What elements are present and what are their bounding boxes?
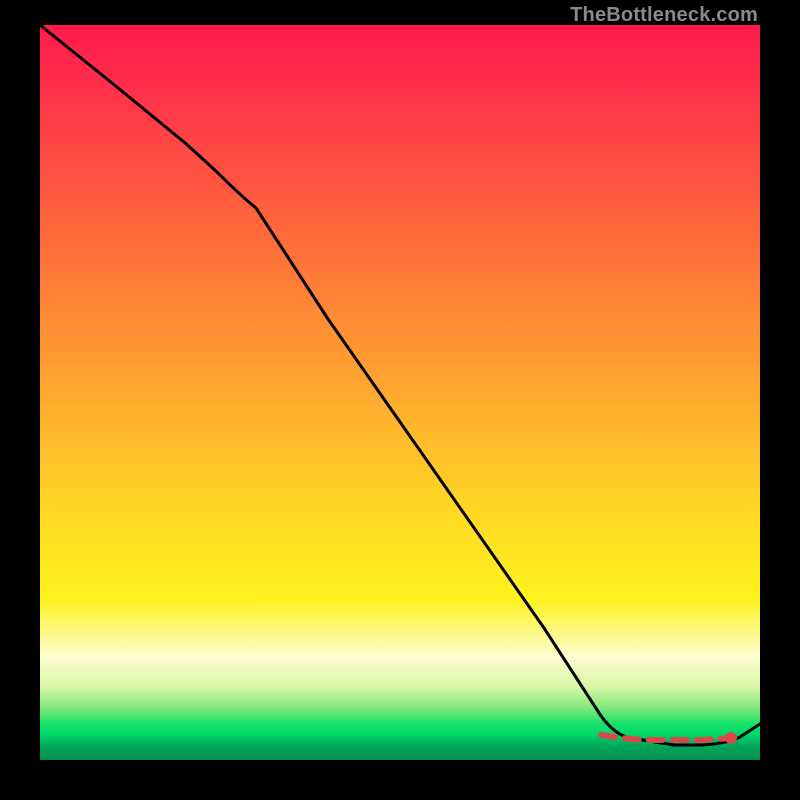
- red-dot-end: [725, 732, 737, 744]
- plot-area: [40, 25, 760, 760]
- chart-stage: TheBottleneck.com: [0, 0, 800, 800]
- chart-overlay-svg: [40, 25, 760, 760]
- black-curve-path: [40, 25, 760, 745]
- watermark-text: TheBottleneck.com: [570, 4, 758, 27]
